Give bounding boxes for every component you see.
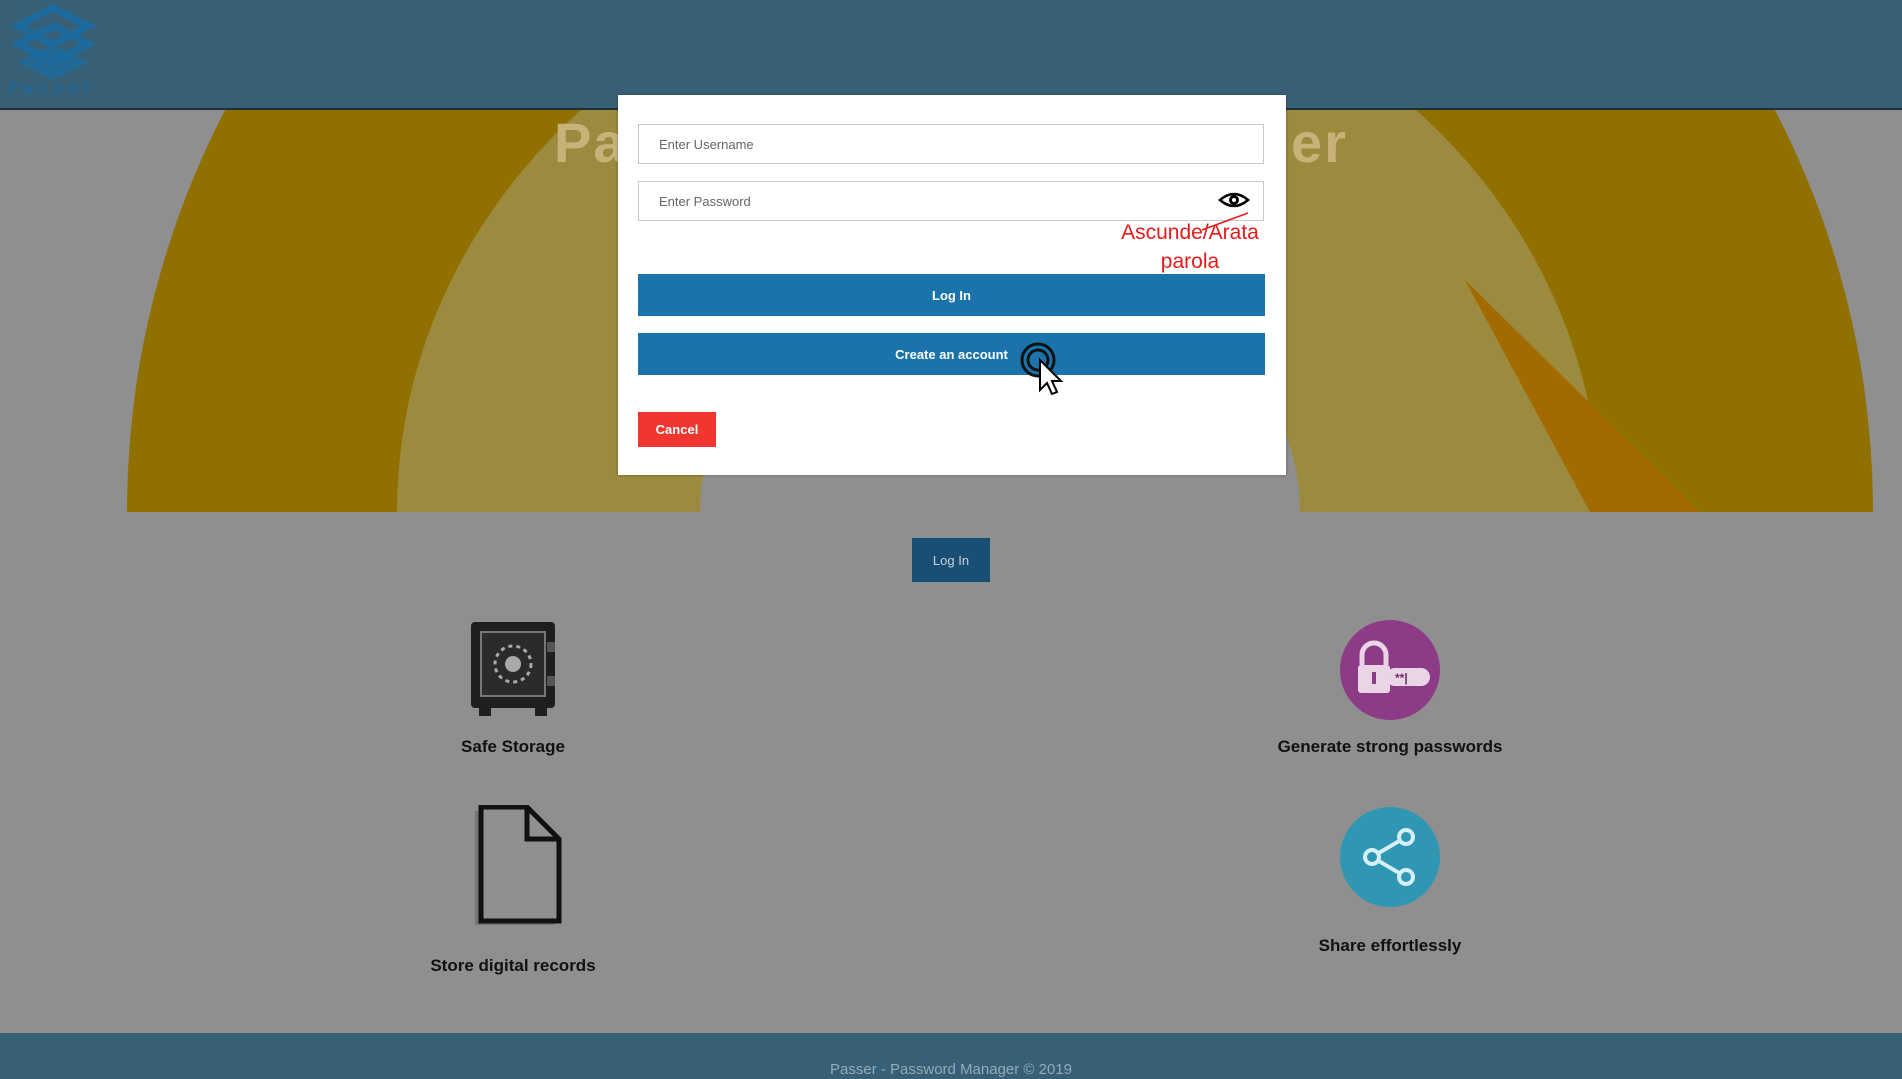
- footer-copyright: Passer - Password Manager © 2019: [830, 1061, 1072, 1078]
- lock-password-icon: **|: [1340, 620, 1440, 720]
- username-input[interactable]: [638, 124, 1264, 164]
- document-icon: [475, 804, 562, 925]
- feature-label: Share effortlessly: [1318, 936, 1462, 955]
- cancel-button[interactable]: Cancel: [638, 412, 716, 447]
- feature-generate-passwords: **| Generate strong passwords: [1240, 620, 1540, 757]
- share-icon: [1340, 807, 1440, 907]
- password-input[interactable]: [638, 181, 1264, 221]
- feature-safe-storage: Safe Storage: [413, 620, 613, 757]
- mouse-cursor-icon: [1020, 342, 1064, 396]
- feature-label: Safe Storage: [461, 737, 565, 756]
- hero-login-button[interactable]: Log In: [912, 538, 990, 582]
- annotation-line-2: parola: [1160, 250, 1220, 273]
- brand-name: Passer: [8, 80, 97, 100]
- feature-share: Share effortlessly: [1240, 807, 1540, 956]
- feature-label: Generate strong passwords: [1277, 737, 1503, 756]
- safe-icon: [471, 622, 555, 716]
- password-toggle-annotation: Ascunde/Arata parola: [1110, 218, 1270, 276]
- feature-label: Store digital records: [430, 956, 596, 975]
- login-modal: Log In Create an account Cancel: [618, 95, 1286, 475]
- svg-text:**|: **|: [1395, 671, 1408, 685]
- feature-digital-records: Store digital records: [413, 804, 613, 976]
- top-navbar: Passer: [0, 0, 1902, 110]
- annotation-line-1: Ascunde/Arata: [1121, 221, 1259, 244]
- modal-login-button[interactable]: Log In: [638, 274, 1265, 316]
- create-account-button[interactable]: Create an account: [638, 333, 1265, 375]
